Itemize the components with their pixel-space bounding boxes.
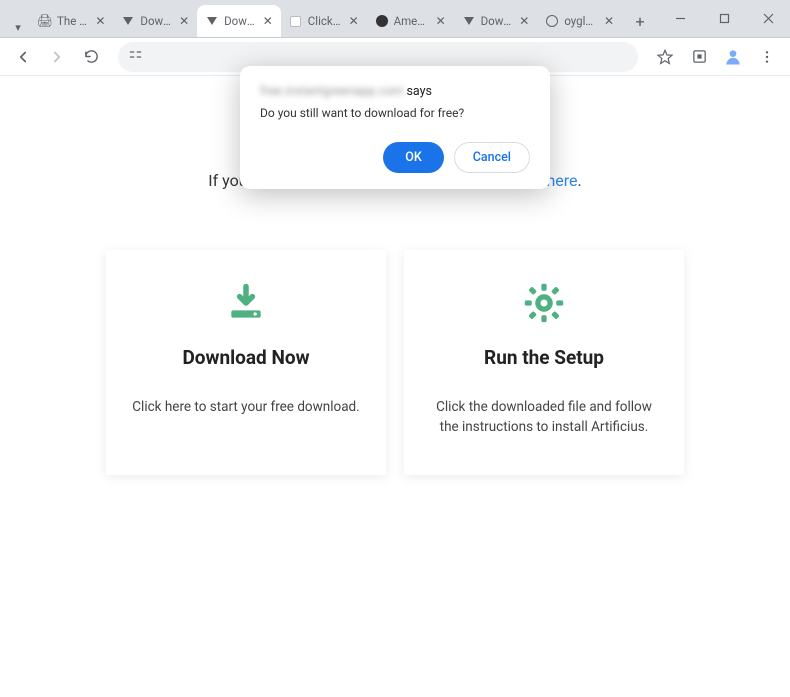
browser-tab[interactable]: American… ✕ (367, 5, 454, 37)
minimize-button[interactable] (658, 0, 702, 37)
close-icon[interactable]: ✕ (177, 14, 191, 28)
back-button[interactable] (8, 42, 38, 72)
browser-tab-active[interactable]: Downloa… ✕ (197, 5, 281, 37)
tab-label: The Pirate (57, 14, 88, 28)
dialog-origin-host: free.instantgreenapp.com (260, 84, 403, 99)
download-status-suffix: . (578, 171, 582, 190)
tab-strip: 🖨 The Pirate ✕ Downloa… ✕ Downloa… ✕ Cli… (30, 3, 622, 37)
download-icon (205, 14, 219, 28)
tab-label: Downloa… (224, 14, 256, 28)
titlebar: ▾ 🖨 The Pirate ✕ Downloa… ✕ Downloa… ✕ C… (0, 0, 790, 38)
tab-label: oyglk.flar… (564, 14, 597, 28)
reload-button[interactable] (76, 42, 106, 72)
new-tab-button[interactable]: + (626, 7, 654, 35)
close-icon[interactable]: ✕ (261, 14, 275, 28)
close-icon[interactable]: ✕ (434, 14, 448, 28)
tab-label: American… (394, 14, 429, 28)
globe-icon (545, 14, 559, 28)
browser-tab[interactable]: oyglk.flar… ✕ (537, 5, 622, 37)
setup-card: Run the Setup Click the downloaded file … (404, 250, 684, 475)
browser-tab[interactable]: Downloa… ✕ (113, 5, 197, 37)
close-window-button[interactable] (746, 0, 790, 37)
tab-label: Click Allo… (308, 14, 342, 28)
cancel-button[interactable]: Cancel (454, 142, 530, 173)
browser-tab[interactable]: 🖨 The Pirate ✕ (30, 5, 113, 37)
download-card[interactable]: Download Now Click here to start your fr… (106, 250, 386, 475)
close-icon[interactable]: ✕ (602, 14, 616, 28)
setup-card-desc: Click the downloaded file and follow the… (428, 397, 660, 438)
cards-row: Download Now Click here to start your fr… (0, 250, 790, 475)
close-icon[interactable]: ✕ (347, 14, 361, 28)
gear-icon (523, 278, 565, 328)
tab-search-button[interactable]: ▾ (6, 21, 30, 34)
site-settings-icon[interactable] (128, 47, 143, 66)
extensions-button[interactable] (684, 42, 714, 72)
download-card-title: Download Now (182, 346, 309, 369)
profile-button[interactable] (718, 42, 748, 72)
close-icon[interactable]: ✕ (93, 14, 107, 28)
dialog-origin-suffix: says (403, 84, 432, 99)
download-card-desc: Click here to start your free download. (132, 397, 359, 417)
download-icon (224, 278, 268, 328)
dialog-origin: free.instantgreenapp.com says (260, 84, 530, 99)
dialog-message: Do you still want to download for free? (260, 106, 530, 120)
menu-button[interactable] (752, 42, 782, 72)
browser-tab[interactable]: Downloa… ✕ (454, 5, 538, 37)
download-icon (462, 14, 476, 28)
favicon: 🖨 (38, 14, 52, 28)
maximize-button[interactable] (702, 0, 746, 37)
bookmark-button[interactable] (650, 42, 680, 72)
javascript-dialog: free.instantgreenapp.com says Do you sti… (240, 66, 550, 189)
favicon (289, 14, 303, 28)
setup-card-title: Run the Setup (484, 346, 604, 369)
download-icon (121, 14, 135, 28)
favicon (375, 14, 389, 28)
browser-tab[interactable]: Click Allo… ✕ (281, 5, 367, 37)
forward-button[interactable] (42, 42, 72, 72)
tab-label: Downloa… (140, 14, 172, 28)
close-icon[interactable]: ✕ (517, 14, 531, 28)
window-controls (658, 0, 790, 37)
tab-label: Downloa… (481, 14, 513, 28)
dialog-buttons: OK Cancel (260, 142, 530, 173)
ok-button[interactable]: OK (383, 142, 444, 173)
